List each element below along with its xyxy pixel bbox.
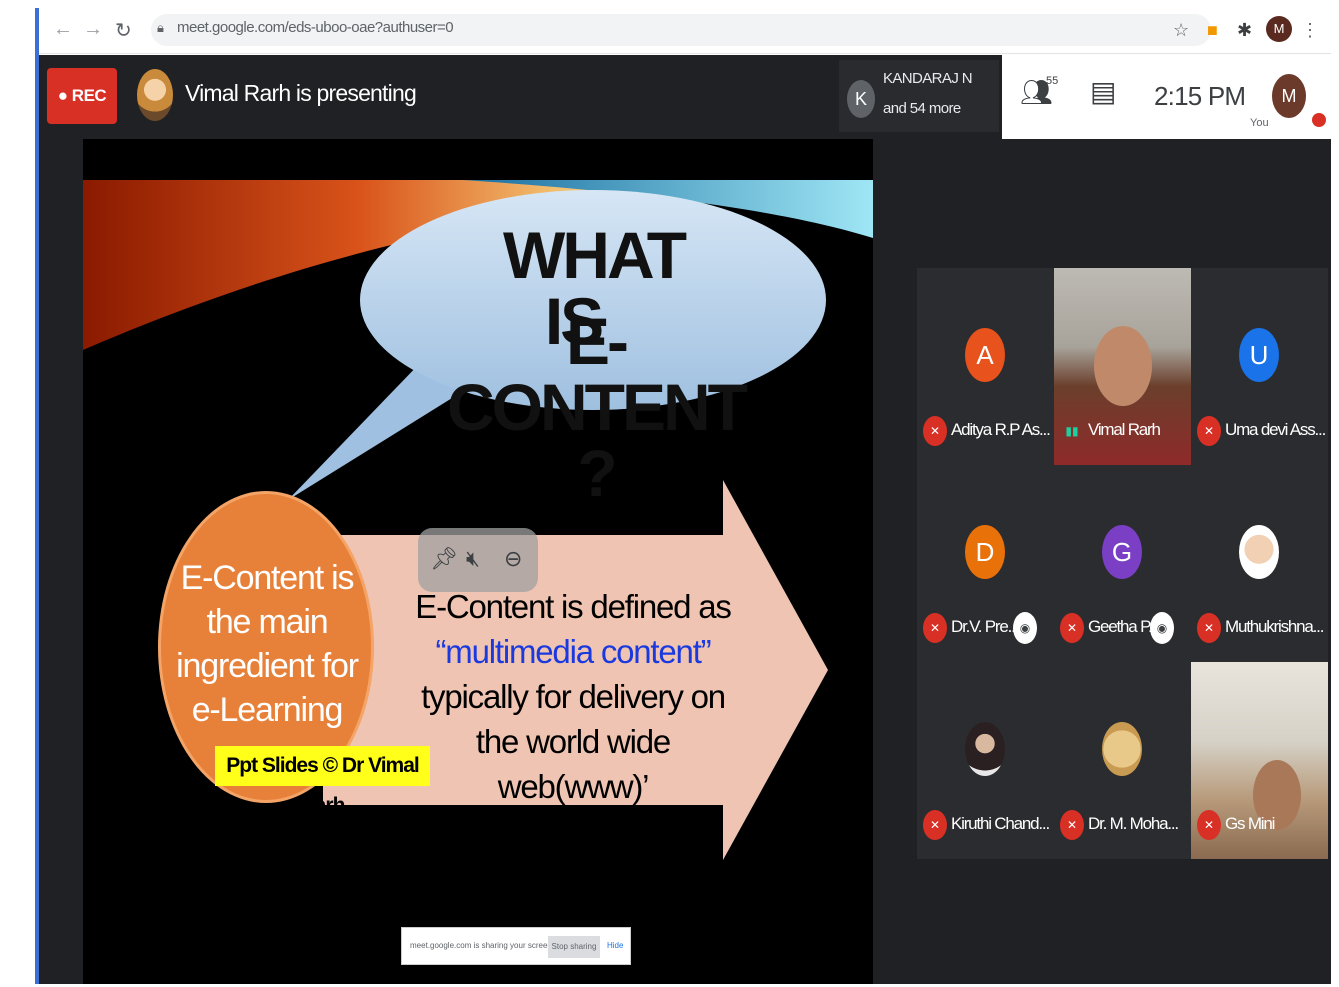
participant-avatar: U <box>1239 328 1279 382</box>
mic-off-icon: ✕ <box>1060 810 1084 840</box>
presentation-stage: WHAT IS E-CONTENT ? E-Content is the mai… <box>83 139 873 984</box>
mic-off-icon: ✕ <box>923 810 947 840</box>
participant-tile[interactable]: G ✕ Geetha P... ◉ <box>1054 465 1191 662</box>
participant-avatar: D <box>965 525 1005 579</box>
recording-badge: ● REC <box>47 68 117 124</box>
bookmark-star-icon[interactable]: ☆ <box>1173 20 1189 41</box>
more-menu-icon[interactable]: ⋮ <box>1301 20 1319 41</box>
tile-overlay-controls: 📌︎ 🔇︎ ⊖ <box>418 528 538 592</box>
reload-icon[interactable]: ↻ <box>115 18 132 43</box>
share-bar-text: meet.google.com is sharing your screen. <box>410 941 555 950</box>
url-text[interactable]: meet.google.com/eds-uboo-oae?authuser=0 <box>177 19 454 36</box>
self-avatar[interactable]: M <box>1272 74 1306 118</box>
stop-sharing-button[interactable]: Stop sharing <box>548 936 600 958</box>
participant-grid: A ✕ Aditya R.P As... ▮▮ Vimal Rarh U ✕ U… <box>917 268 1328 861</box>
participant-name: Uma devi Ass... <box>1225 420 1326 439</box>
browser-window: ← → ↻ 🔒︎ meet.google.com/eds-uboo-oae?au… <box>35 8 1331 984</box>
pin-icon[interactable]: 📌︎ <box>430 546 458 572</box>
slide-credit: Ppt Slides © Dr Vimal Rarh <box>215 746 430 817</box>
participant-name: Muthukrishna... <box>1225 617 1324 636</box>
participant-name: Kiruthi Chand... <box>951 814 1050 833</box>
participant-tile[interactable]: ✕ Muthukrishna... <box>1191 465 1328 662</box>
meet-right-tools: 👥︎ 55 ▤ 2:15 PM M You <box>1002 55 1331 139</box>
people-count: 55 <box>1046 75 1059 87</box>
screen-share-bar: meet.google.com is sharing your screen. … <box>401 927 631 965</box>
self-mic-muted-icon <box>1312 113 1326 127</box>
participant-name: Gs Mini <box>1225 814 1275 833</box>
forward-icon[interactable]: → <box>83 18 103 41</box>
participant-name: Geetha P... <box>1088 617 1160 636</box>
back-icon[interactable]: ← <box>53 18 73 41</box>
meet-window: ● REC Vimal Rarh is presenting K KANDARA… <box>39 55 1331 984</box>
participant-name: Dr. M. Moha... <box>1088 814 1179 833</box>
presentation-slide: WHAT IS E-CONTENT ? E-Content is the mai… <box>83 180 873 880</box>
extensions-puzzle-icon[interactable]: ✱ <box>1237 20 1252 41</box>
def-line-2: “multimedia content” <box>435 633 712 670</box>
you-label: You <box>1250 117 1269 129</box>
meeting-clock: 2:15 PM <box>1154 81 1246 111</box>
pin-icon[interactable]: ◉ <box>1013 612 1037 644</box>
pin-icon[interactable]: ◉ <box>1150 612 1174 644</box>
participant-avatar: A <box>965 328 1005 382</box>
join-more: and 54 more <box>883 100 961 117</box>
participant-name: Vimal Rarh <box>1088 420 1161 439</box>
participant-name: Aditya R.P As... <box>951 420 1051 439</box>
extension-icon[interactable]: ■ <box>1207 20 1218 41</box>
browser-toolbar: ← → ↻ 🔒︎ meet.google.com/eds-uboo-oae?au… <box>39 8 1331 54</box>
participant-tile[interactable]: ✕ Gs Mini <box>1191 662 1328 859</box>
mic-off-icon: ✕ <box>1197 416 1221 446</box>
speaking-icon: ▮▮ <box>1065 424 1079 438</box>
participant-face <box>1094 326 1152 406</box>
participant-photo <box>965 722 1005 776</box>
participant-photo <box>1239 525 1279 579</box>
mic-off-icon: ✕ <box>1197 810 1221 840</box>
lock-icon[interactable]: 🔒︎ <box>157 20 164 36</box>
join-name: KANDARAJ N <box>883 70 973 87</box>
slide-circle-text: E-Content is the main ingredient for e-L… <box>176 559 359 729</box>
remove-icon[interactable]: ⊖ <box>504 546 522 572</box>
browser-profile-avatar[interactable]: M <box>1266 16 1292 42</box>
presenting-label: Vimal Rarh is presenting <box>185 80 417 106</box>
participant-photo <box>1102 722 1142 776</box>
presenter-avatar <box>137 69 173 121</box>
slide-title-line2: E-CONTENT ? <box>447 304 748 510</box>
chat-icon[interactable]: ▤ <box>1090 75 1116 108</box>
mute-icon[interactable]: 🔇︎ <box>466 546 480 572</box>
participant-tile[interactable]: D ✕ Dr.V. Pre... ◉ <box>917 465 1054 662</box>
def-line-3: typically for delivery on the world wide… <box>421 678 726 805</box>
participant-tile[interactable]: ✕ Kiruthi Chand... <box>917 662 1054 859</box>
hide-button[interactable]: Hide <box>607 941 623 950</box>
participant-avatar: G <box>1102 525 1142 579</box>
join-notification[interactable]: K KANDARAJ N and 54 more <box>839 60 999 132</box>
mic-off-icon: ✕ <box>923 416 947 446</box>
slide-definition: E-Content is defined as “multimedia cont… <box>403 584 743 809</box>
meet-top-bar: ● REC Vimal Rarh is presenting K KANDARA… <box>39 55 1331 139</box>
participant-tile[interactable]: U ✕ Uma devi Ass... <box>1191 268 1328 465</box>
participant-tile[interactable]: ✕ Dr. M. Moha... <box>1054 662 1191 859</box>
participant-tile[interactable]: A ✕ Aditya R.P As... <box>917 268 1054 465</box>
mic-off-icon: ✕ <box>923 613 947 643</box>
mic-off-icon: ✕ <box>1060 613 1084 643</box>
mic-off-icon: ✕ <box>1197 613 1221 643</box>
join-avatar: K <box>847 80 875 118</box>
participant-name: Dr.V. Pre... <box>951 617 1019 636</box>
participant-tile[interactable]: ▮▮ Vimal Rarh <box>1054 268 1191 465</box>
